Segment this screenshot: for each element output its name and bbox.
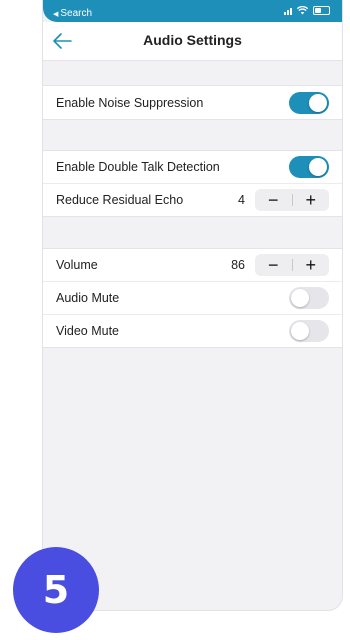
status-back-link[interactable]: ◀ Search (53, 8, 92, 21)
video-mute-toggle[interactable] (289, 320, 329, 342)
noise-suppression-row: Enable Noise Suppression (43, 86, 342, 119)
phone-screen: ◀ Search Audio Settings Enable Noise Supp… (43, 0, 342, 610)
residual-echo-decrement-button[interactable]: − (255, 189, 292, 211)
double-talk-toggle[interactable] (289, 156, 329, 178)
wifi-icon (297, 6, 308, 15)
volume-increment-button[interactable]: + (292, 254, 329, 276)
volume-label: Volume (56, 258, 98, 272)
noise-suppression-toggle[interactable] (289, 91, 329, 114)
residual-echo-row: Reduce Residual Echo 4 − + (43, 184, 342, 216)
noise-settings-group: Enable Noise Suppression (43, 85, 342, 120)
double-talk-label: Enable Double Talk Detection (56, 160, 220, 174)
residual-echo-increment-button[interactable]: + (292, 189, 329, 211)
residual-echo-label: Reduce Residual Echo (56, 193, 184, 207)
volume-value: 86 (231, 258, 245, 272)
volume-row: Volume 86 − + (43, 249, 342, 282)
residual-echo-stepper: − + (255, 189, 329, 211)
signal-icon (284, 7, 292, 15)
audio-mute-row: Audio Mute (43, 282, 342, 315)
residual-echo-value: 4 (238, 193, 245, 207)
navigation-bar: Audio Settings (43, 22, 342, 61)
audio-mute-toggle[interactable] (289, 287, 329, 309)
noise-suppression-label: Enable Noise Suppression (56, 95, 204, 110)
status-icons (284, 6, 330, 15)
double-talk-row: Enable Double Talk Detection (43, 151, 342, 184)
status-back-label: Search (60, 8, 93, 19)
video-mute-label: Video Mute (56, 324, 120, 338)
back-triangle-icon: ◀ (53, 11, 59, 18)
status-bar: ◀ Search (43, 0, 342, 22)
volume-stepper: − + (255, 254, 329, 276)
volume-decrement-button[interactable]: − (255, 254, 292, 276)
audio-mute-label: Audio Mute (56, 291, 120, 305)
echo-settings-group: Enable Double Talk Detection Reduce Resi… (43, 150, 342, 217)
media-settings-group: Volume 86 − + Audio Mute Video Mute (43, 248, 342, 348)
battery-icon (313, 6, 330, 15)
video-mute-row: Video Mute (43, 315, 342, 347)
page-title: Audio Settings (143, 32, 242, 48)
step-number-badge: 5 (13, 547, 99, 633)
